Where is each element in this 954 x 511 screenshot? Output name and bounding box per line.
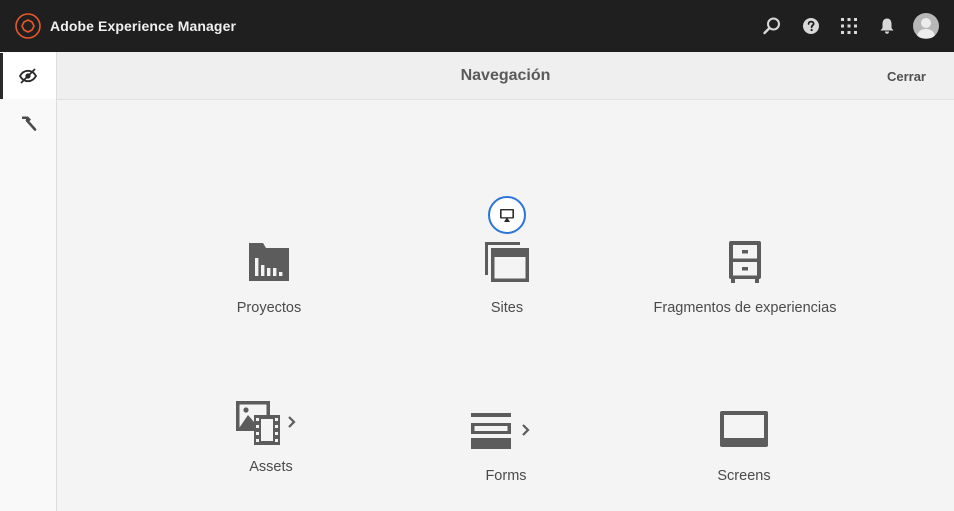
tile-projects[interactable]: Proyectos <box>149 238 389 348</box>
tile-label: Sites <box>490 300 524 316</box>
tile-experience-fragments[interactable]: Fragmentos de experiencias <box>625 238 865 348</box>
notifications-bell-icon[interactable] <box>874 12 900 40</box>
desktop-monitor-icon <box>500 208 514 222</box>
app-title: Adobe Experience Manager <box>50 18 237 34</box>
projects-folder-icon <box>149 240 389 282</box>
tile-label: Proyectos <box>236 300 302 316</box>
screens-monitor-icon <box>624 410 864 450</box>
page-title: Navegación <box>460 67 551 84</box>
navigation-header: Navegación Cerrar <box>57 52 954 100</box>
chevron-right-icon <box>288 416 296 428</box>
search-icon[interactable] <box>759 12 785 40</box>
sites-pages-icon <box>387 241 627 283</box>
chevron-right-icon <box>522 424 530 436</box>
solutions-grid-icon[interactable] <box>836 12 862 40</box>
tile-sites[interactable]: Sites <box>387 238 627 348</box>
help-icon[interactable] <box>798 12 824 40</box>
tile-forms[interactable]: Forms <box>386 408 626 511</box>
tools-hammer-icon <box>22 116 37 131</box>
global-header: Adobe Experience Manager <box>0 0 954 52</box>
brand[interactable]: Adobe Experience Manager <box>15 13 236 39</box>
forms-icon <box>386 412 626 450</box>
close-button[interactable]: Cerrar <box>887 69 926 84</box>
user-avatar[interactable] <box>913 13 939 39</box>
tile-label: Fragmentos de experiencias <box>653 300 837 316</box>
navigation-icon <box>18 68 38 84</box>
tile-label: Assets <box>249 459 293 475</box>
rail-tools-button[interactable] <box>0 100 56 146</box>
assets-media-icon <box>151 400 391 446</box>
tile-label: Screens <box>717 468 771 484</box>
tile-assets[interactable]: Assets <box>151 398 391 508</box>
tile-label: Forms <box>485 468 527 484</box>
aem-logo-icon <box>15 13 41 39</box>
tile-screens[interactable]: Screens <box>624 408 864 511</box>
rail-navigation-button[interactable] <box>0 53 56 99</box>
left-rail <box>0 52 57 511</box>
sites-focus-badge[interactable] <box>488 196 526 234</box>
experience-fragments-cabinet-icon <box>625 240 865 284</box>
